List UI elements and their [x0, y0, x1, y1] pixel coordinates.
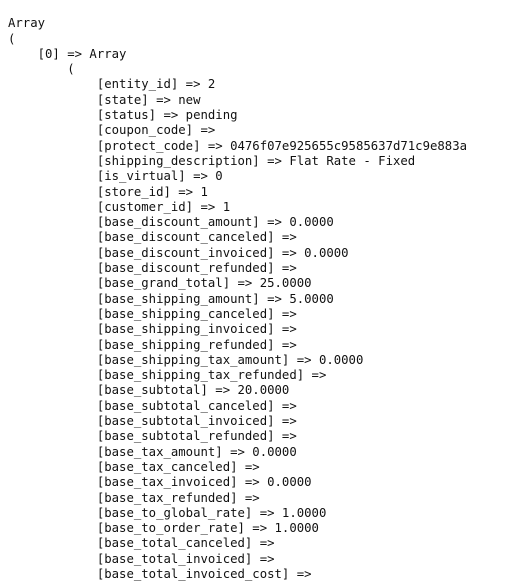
dump-line: [base_subtotal_refunded] =>: [8, 429, 305, 444]
dump-line: [state] => new: [8, 92, 201, 107]
dump-line: [base_subtotal] => 20.0000: [8, 383, 290, 398]
dump-line: [base_shipping_tax_refunded] =>: [8, 368, 334, 383]
dump-line: [store_id] => 1: [8, 184, 208, 199]
dump-line: [base_total_invoiced_cost] =>: [8, 566, 319, 581]
dump-line: [is_virtual] => 0: [8, 169, 223, 184]
dump-line: [base_subtotal_canceled] =>: [8, 398, 305, 413]
dump-line: [base_shipping_refunded] =>: [8, 337, 305, 352]
dump-line: [entity_id] => 2: [8, 77, 216, 92]
dump-line: [base_discount_refunded] =>: [8, 261, 305, 276]
php-print-r-output: Array( [0] => Array ( [entity_id] => 2 […: [8, 16, 467, 582]
dump-line: [base_shipping_canceled] =>: [8, 306, 305, 321]
dump-line: [base_grand_total] => 25.0000: [8, 276, 312, 291]
dump-line: [protect_code] => 0476f07e925655c9585637…: [8, 138, 468, 153]
dump-line: [base_shipping_tax_amount] => 0.0000: [8, 352, 364, 367]
dump-line: [coupon_code] =>: [8, 123, 223, 138]
dump-line: [customer_id] => 1: [8, 199, 231, 214]
dump-line: [0] => Array: [8, 46, 127, 61]
dump-line: [base_subtotal_invoiced] =>: [8, 414, 305, 429]
dump-line: [base_total_invoiced] =>: [8, 551, 282, 566]
dump-line: [base_to_global_rate] => 1.0000: [8, 505, 327, 520]
dump-line: [base_to_order_rate] => 1.0000: [8, 521, 319, 536]
dump-line: [base_discount_amount] => 0.0000: [8, 215, 334, 230]
dump-line: (: [8, 31, 16, 46]
dump-line: Array: [8, 16, 46, 31]
dump-line: [base_discount_invoiced] => 0.0000: [8, 245, 349, 260]
dump-line: [shipping_description] => Flat Rate - Fi…: [8, 153, 416, 168]
dump-line: (: [8, 62, 75, 77]
dump-line: [base_tax_amount] => 0.0000: [8, 444, 297, 459]
dump-line: [base_shipping_invoiced] =>: [8, 322, 305, 337]
dump-line: [base_tax_refunded] =>: [8, 490, 268, 505]
dump-line: [base_shipping_amount] => 5.0000: [8, 291, 334, 306]
dump-line: [base_tax_invoiced] => 0.0000: [8, 475, 312, 490]
dump-line: [base_discount_canceled] =>: [8, 230, 305, 245]
dump-line: [status] => pending: [8, 108, 238, 123]
dump-line: [base_total_canceled] =>: [8, 536, 282, 551]
dump-line: [base_tax_canceled] =>: [8, 459, 268, 474]
